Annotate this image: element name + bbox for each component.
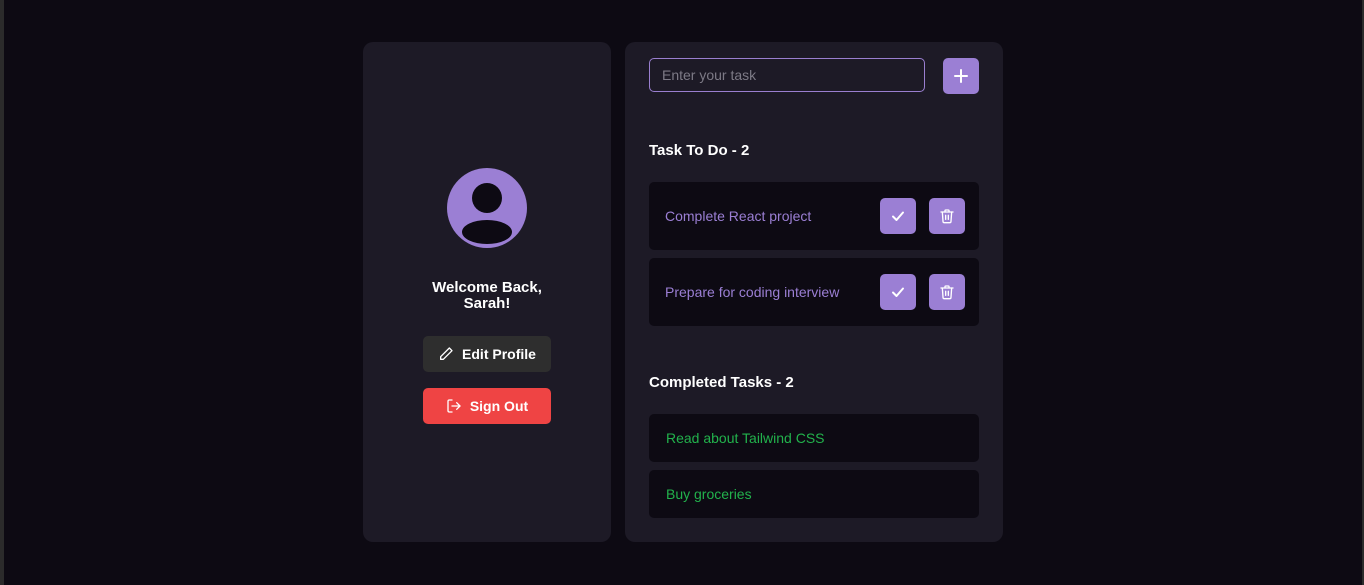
delete-task-button[interactable]: [929, 274, 965, 310]
welcome-line-1: Welcome Back,: [432, 279, 542, 296]
task-card: Task To Do - 2 Complete React project Pr…: [625, 42, 1003, 542]
todo-item: Prepare for coding interview: [649, 258, 979, 326]
completed-item-label: Buy groceries: [666, 486, 752, 502]
complete-task-button[interactable]: [880, 198, 916, 234]
trash-icon: [940, 285, 954, 300]
pencil-icon: [440, 347, 453, 360]
add-task-button[interactable]: [943, 58, 979, 94]
task-input[interactable]: [649, 58, 925, 92]
edit-profile-button[interactable]: Edit Profile: [423, 336, 551, 372]
completed-item-label: Read about Tailwind CSS: [666, 430, 825, 446]
window-left-edge: [0, 0, 4, 585]
complete-task-button[interactable]: [880, 274, 916, 310]
completed-section-title: Completed Tasks - 2: [649, 374, 794, 391]
welcome-message: Welcome Back, Sarah!: [363, 280, 611, 312]
todo-item-label: Complete React project: [665, 208, 812, 224]
trash-icon: [940, 209, 954, 224]
sign-out-label: Sign Out: [469, 398, 529, 414]
sign-out-button[interactable]: Sign Out: [423, 388, 551, 424]
plus-icon: [954, 69, 968, 83]
delete-task-button[interactable]: [929, 198, 965, 234]
todo-item: Complete React project: [649, 182, 979, 250]
edit-profile-label: Edit Profile: [462, 346, 536, 362]
sign-out-icon: [447, 399, 461, 413]
welcome-line-2: Sarah!: [463, 295, 511, 312]
check-icon: [892, 211, 904, 221]
user-avatar-icon: [447, 168, 527, 248]
todo-section-title: Task To Do - 2: [649, 142, 750, 159]
todo-item-label: Prepare for coding interview: [665, 284, 840, 300]
profile-card: Welcome Back, Sarah! Edit Profile Sign O…: [363, 42, 611, 542]
check-icon: [892, 287, 904, 297]
completed-item: Read about Tailwind CSS: [649, 414, 979, 462]
completed-item: Buy groceries: [649, 470, 979, 518]
